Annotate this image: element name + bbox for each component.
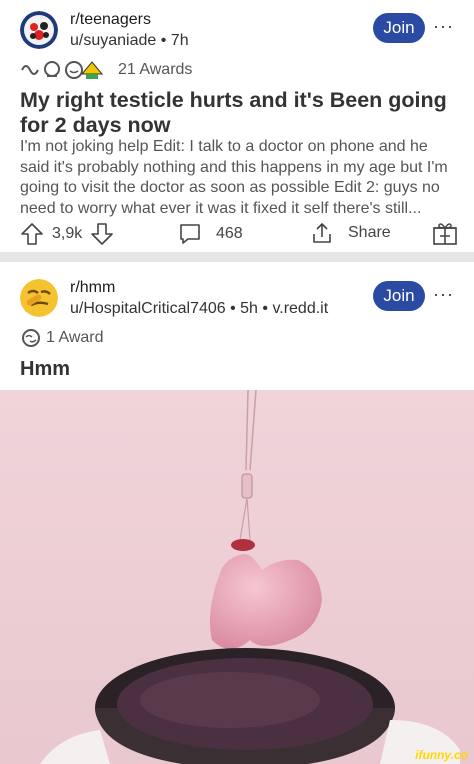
more-options-icon[interactable]: ··· [433,284,454,305]
post-divider [0,252,474,262]
username[interactable]: u/HospitalCritical7406 [70,300,226,317]
award-add-icon[interactable] [432,220,458,246]
post-card-hmm: r/hmm u/HospitalCritical7406 • 5h • v.re… [0,262,474,764]
watermark: ifunny.co [415,748,468,762]
post-media-image[interactable]: ifunny.co [0,390,474,764]
subreddit-avatar[interactable] [20,279,58,317]
join-button[interactable]: Join [373,13,425,43]
post-actions: 3,9k 468 Share [0,218,474,248]
upvote-icon[interactable] [20,222,44,246]
more-options-icon[interactable]: ··· [433,16,454,37]
join-button[interactable]: Join [373,281,425,311]
video-thumbnail [0,390,474,764]
post-body[interactable]: I'm not joking help Edit: I talk to a do… [20,137,460,219]
comments-button[interactable]: 468 [178,222,243,246]
post-time: 5h [240,300,258,317]
awards-row[interactable]: 1 Award [20,328,104,348]
vote-count: 3,9k [52,225,83,242]
comment-icon [180,224,200,244]
subreddit-name[interactable]: r/teenagers [70,9,189,30]
comment-count: 468 [216,225,243,242]
post-card-teenagers: r/teenagers u/suyaniade • 7h Join ··· 21… [0,0,474,252]
subreddit-name[interactable]: r/hmm [70,277,328,298]
award-icon [22,329,40,347]
awards-row[interactable]: 21 Awards [20,60,192,80]
post-title[interactable]: Hmm [20,357,460,382]
award-icons [21,61,104,79]
subreddit-avatar[interactable] [20,11,58,49]
post-time: 7h [170,32,189,49]
awards-count: 21 Awards [118,61,193,78]
share-button[interactable]: Share [310,221,391,245]
post-header: r/teenagers u/suyaniade • 7h [20,9,189,51]
username[interactable]: u/suyaniade [70,32,156,49]
downvote-icon[interactable] [90,222,114,246]
awards-count: 1 Award [46,329,104,346]
post-title[interactable]: My right testicle hurts and it's Been go… [20,88,460,138]
post-domain[interactable]: v.redd.it [272,300,328,317]
post-header: r/hmm u/HospitalCritical7406 • 5h • v.re… [20,277,328,319]
share-label: Share [348,224,391,241]
share-icon [313,223,331,243]
